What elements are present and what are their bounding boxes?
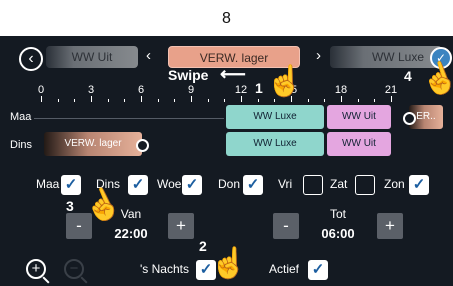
- back-circle-icon[interactable]: ‹: [19, 47, 43, 71]
- block-handle[interactable]: [403, 112, 416, 125]
- tick-label: 0: [37, 84, 45, 96]
- nights-label: 's Nachts: [140, 262, 189, 276]
- active-checkbox[interactable]: ✓: [308, 260, 328, 280]
- row-label-dins: Dins: [10, 139, 33, 151]
- tick-label: 12: [234, 84, 248, 96]
- hand-pointer-icon: ☝: [266, 65, 304, 98]
- carousel-prev-arrow[interactable]: ‹: [146, 47, 151, 64]
- day-checkbox-maa[interactable]: ✓: [61, 175, 81, 195]
- schedule-block-ww-luxe[interactable]: WW Luxe: [226, 132, 324, 156]
- to-value: 06:00: [321, 226, 355, 241]
- day-label-zon: Zon: [384, 177, 405, 191]
- schedule-block-ww-luxe[interactable]: WW Luxe: [226, 105, 324, 129]
- day-checkbox-don[interactable]: ✓: [243, 175, 263, 195]
- tick-minor: [257, 99, 259, 102]
- row-label-maa: Maa: [10, 111, 32, 123]
- day-checkbox-dins[interactable]: ✓: [128, 175, 148, 195]
- annotation-3: 3: [66, 198, 74, 214]
- to-plus-button[interactable]: +: [377, 213, 403, 239]
- to-label: Tot: [329, 207, 346, 221]
- tick-label: 3: [87, 84, 95, 96]
- tick-major: [91, 96, 92, 102]
- day-label-maa: Maa: [36, 177, 60, 191]
- annotation-4: 4: [404, 68, 412, 84]
- day-label-woe: Woe: [157, 177, 182, 191]
- from-value: 22:00: [114, 226, 148, 241]
- tick-major: [41, 96, 42, 102]
- tick-minor: [324, 99, 326, 102]
- from-plus-button[interactable]: +: [168, 213, 194, 239]
- tick-minor: [207, 99, 209, 102]
- tick-minor: [374, 99, 376, 102]
- tick-label: 18: [334, 84, 348, 96]
- tick-major: [141, 96, 142, 102]
- carousel-next-item[interactable]: WW Luxe: [330, 46, 442, 68]
- annotation-2: 2: [199, 238, 207, 254]
- tick-minor: [174, 99, 176, 102]
- tick-label: 9: [187, 84, 195, 96]
- tick-minor: [224, 99, 226, 102]
- to-minus-button[interactable]: -: [273, 213, 299, 239]
- day-checkbox-vri[interactable]: [303, 175, 323, 195]
- active-label: Actief: [269, 262, 300, 276]
- tick-minor: [157, 99, 159, 102]
- tick-major: [241, 96, 242, 102]
- tick-minor: [124, 99, 126, 102]
- tick-major: [341, 96, 342, 102]
- day-checkbox-zon[interactable]: ✓: [409, 175, 429, 195]
- carousel-prev-item[interactable]: WW Uit: [46, 46, 138, 68]
- day-label-zat: Zat: [330, 177, 348, 191]
- timeline-line: [34, 118, 224, 119]
- schedule-block-ww-uit[interactable]: WW Uit: [327, 105, 391, 129]
- day-label-don: Don: [218, 177, 241, 191]
- tick-minor: [357, 99, 359, 102]
- schedule-block-ww-uit[interactable]: WW Uit: [327, 132, 391, 156]
- swipe-arrow-icon: ⟵: [220, 64, 246, 84]
- tick-minor: [74, 99, 76, 102]
- tick-minor: [307, 99, 309, 102]
- tick-label: 21: [384, 84, 398, 96]
- tick-minor: [57, 99, 59, 102]
- tick-major: [191, 96, 192, 102]
- tick-minor: [107, 99, 109, 102]
- day-checkbox-zat[interactable]: [355, 175, 375, 195]
- tick-major: [391, 96, 392, 102]
- step-number: 8: [222, 10, 231, 27]
- hand-pointer-icon: ☝: [210, 247, 248, 280]
- carousel-next-arrow[interactable]: ›: [316, 47, 321, 64]
- block-handle[interactable]: [136, 139, 149, 152]
- schedule-block-verw-lager[interactable]: VERW. lager: [44, 132, 142, 156]
- swipe-label: Swipe: [168, 67, 209, 83]
- tick-label: 6: [137, 84, 145, 96]
- annotation-1: 1: [255, 80, 263, 96]
- tick-minor: [274, 99, 276, 102]
- day-label-vri: Vri: [278, 177, 293, 191]
- day-checkbox-woe[interactable]: ✓: [182, 175, 202, 195]
